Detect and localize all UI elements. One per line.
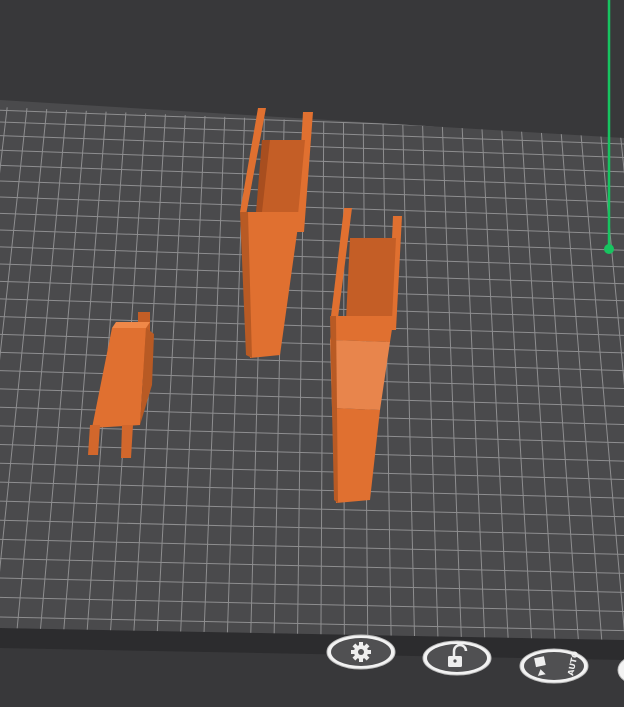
lock-button[interactable] [422,640,492,676]
3d-viewport[interactable]: AUTO [0,0,624,707]
model-right-channel-back [346,238,396,320]
gear-icon [351,642,371,662]
model-right-channel-selected-face[interactable] [330,340,390,410]
z-axis-handle[interactable] [604,244,614,254]
model-small-bracket-top [112,322,150,328]
build-plate-surface [0,100,624,640]
auto-arrange-button[interactable]: AUTO [519,648,589,684]
model-small-bracket-leg-right [121,425,133,458]
build-plate [0,100,624,660]
settings-button[interactable] [326,634,396,670]
model-small-bracket-leg-left [88,425,100,455]
model-right-channel-upper-body [330,316,394,342]
